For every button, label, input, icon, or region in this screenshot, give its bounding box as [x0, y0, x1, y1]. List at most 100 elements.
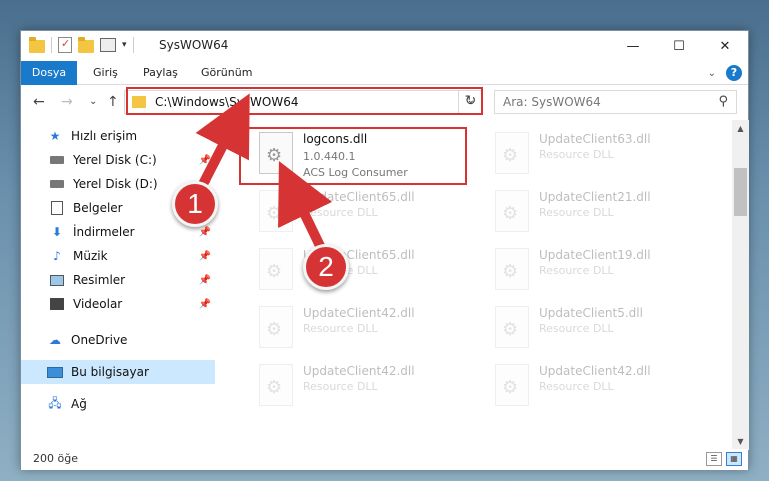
status-bar: 200 öğe ☰ ▦	[21, 449, 748, 470]
recent-locations-button[interactable]: ⌄	[89, 96, 97, 107]
nav-label: İndirmeler	[73, 225, 135, 239]
folder-icon	[29, 36, 45, 53]
file-name: UpdateClient42.dll	[303, 306, 415, 320]
properties-check-icon[interactable]	[58, 37, 72, 53]
nav-label: Ağ	[71, 397, 87, 411]
nav-item-local-disk-c[interactable]: Yerel Disk (C:) 📌	[21, 148, 215, 172]
nav-onedrive[interactable]: ☁ OneDrive	[21, 328, 215, 352]
file-item[interactable]: UpdateClient42.dll Resource DLL	[253, 358, 483, 416]
tab-file[interactable]: Dosya	[21, 61, 77, 85]
download-icon: ⬇	[51, 225, 63, 239]
nav-network[interactable]: 🖧 Ağ	[21, 392, 215, 416]
ribbon: Dosya Giriş Paylaş Görünüm ⌄ ?	[21, 61, 748, 85]
search-icon[interactable]: ⚲	[718, 94, 728, 109]
file-item[interactable]: UpdateClient21.dll Resource DLL	[489, 184, 719, 242]
nav-item-pictures[interactable]: Resimler 📌	[21, 268, 215, 292]
file-description: Resource DLL	[303, 206, 378, 219]
nav-item-videos[interactable]: Videolar 📌	[21, 292, 215, 316]
file-item[interactable]: UpdateClient42.dll Resource DLL	[253, 300, 483, 358]
nav-quick-access[interactable]: ★ Hızlı erişim	[21, 124, 215, 148]
ribbon-right: ⌄ ?	[708, 65, 742, 81]
customize-icon[interactable]	[100, 38, 116, 52]
title-bar: ▾ SysWOW64 — ☐ ✕	[21, 31, 748, 61]
documents-icon	[49, 201, 65, 215]
dll-file-icon	[259, 248, 293, 290]
file-item[interactable]: UpdateClient19.dll Resource DLL	[489, 242, 719, 300]
window-title: SysWOW64	[159, 38, 229, 52]
search-box[interactable]: Ara: SysWOW64 ⚲	[494, 90, 737, 114]
nav-label: Bu bilgisayar	[71, 365, 149, 379]
dll-file-icon	[259, 306, 293, 348]
dll-file-icon	[259, 364, 293, 406]
star-icon: ★	[49, 129, 61, 143]
network-icon: 🖧	[48, 395, 62, 410]
item-count: 200 öğe	[33, 452, 78, 465]
file-name: UpdateClient42.dll	[539, 364, 651, 378]
nav-label: Müzik	[73, 249, 108, 263]
file-description: Resource DLL	[303, 322, 378, 335]
file-highlight-box	[239, 127, 467, 185]
separator	[51, 37, 52, 53]
file-name: UpdateClient63.dll	[539, 132, 651, 146]
drive-icon	[49, 177, 65, 191]
dll-file-icon	[495, 248, 529, 290]
tab-share[interactable]: Paylaş	[131, 61, 190, 85]
dll-file-icon	[495, 190, 529, 232]
nav-this-pc[interactable]: Bu bilgisayar	[21, 360, 215, 384]
dll-file-icon	[495, 364, 529, 406]
pin-icon[interactable]: 📌	[199, 155, 211, 166]
videos-icon	[49, 297, 65, 311]
maximize-button[interactable]: ☐	[656, 31, 702, 61]
music-icon: ♪	[53, 249, 61, 263]
tab-home[interactable]: Giriş	[81, 61, 130, 85]
scroll-down-icon[interactable]: ▼	[732, 433, 749, 450]
nav-label: Hızlı erişim	[71, 129, 138, 143]
back-button[interactable]: ←	[33, 94, 45, 110]
file-item[interactable]: UpdateClient5.dll Resource DLL	[489, 300, 719, 358]
file-item[interactable]: UpdateClient63.dll Resource DLL	[489, 126, 719, 184]
search-placeholder: Ara: SysWOW64	[503, 95, 601, 109]
vertical-scrollbar[interactable]: ▲ ▼	[732, 120, 749, 450]
nav-item-music[interactable]: ♪ Müzik 📌	[21, 244, 215, 268]
separator	[132, 37, 134, 53]
close-button[interactable]: ✕	[702, 31, 748, 61]
drive-icon	[49, 153, 65, 167]
pin-icon[interactable]: 📌	[199, 275, 211, 286]
file-description: Resource DLL	[303, 380, 378, 393]
file-description: Resource DLL	[539, 264, 614, 277]
file-description: Resource DLL	[539, 148, 614, 161]
pin-icon[interactable]: 📌	[199, 299, 211, 310]
file-name: UpdateClient42.dll	[303, 364, 415, 378]
file-name: UpdateClient65.dll	[303, 190, 415, 204]
pin-icon[interactable]: 📌	[199, 227, 211, 238]
file-name: UpdateClient21.dll	[539, 190, 651, 204]
new-folder-icon[interactable]	[78, 36, 94, 53]
file-name: UpdateClient19.dll	[539, 248, 651, 262]
nav-label: Yerel Disk (D:)	[73, 177, 158, 191]
file-item[interactable]: UpdateClient42.dll Resource DLL	[489, 358, 719, 416]
up-button[interactable]: ↑	[107, 94, 119, 110]
details-view-icon[interactable]: ☰	[706, 452, 722, 466]
nav-label: Yerel Disk (C:)	[73, 153, 157, 167]
help-icon[interactable]: ?	[726, 65, 742, 81]
dll-file-icon	[259, 190, 293, 232]
minimize-button[interactable]: —	[610, 31, 656, 61]
scroll-thumb[interactable]	[734, 168, 747, 216]
computer-icon	[47, 365, 63, 379]
forward-button[interactable]: →	[61, 94, 73, 110]
file-description: Resource DLL	[539, 322, 614, 335]
address-highlight-box	[126, 87, 483, 115]
tiles-view-icon[interactable]: ▦	[726, 452, 742, 466]
file-item[interactable]: UpdateClient65.dll Resource DLL	[253, 242, 483, 300]
pin-icon[interactable]: 📌	[199, 251, 211, 262]
pictures-icon	[49, 273, 65, 287]
expand-ribbon-icon[interactable]: ⌄	[708, 68, 716, 79]
step-badge-2: 2	[303, 244, 349, 290]
window-controls: — ☐ ✕	[610, 31, 748, 61]
navigation-pane: ★ Hızlı erişim Yerel Disk (C:) 📌 Yerel D…	[21, 120, 215, 436]
file-item[interactable]: UpdateClient65.dll Resource DLL	[253, 184, 483, 242]
nav-label: Resimler	[73, 273, 126, 287]
scroll-up-icon[interactable]: ▲	[732, 120, 749, 137]
tab-view[interactable]: Görünüm	[189, 61, 264, 85]
qa-dropdown-icon[interactable]: ▾	[122, 40, 127, 50]
